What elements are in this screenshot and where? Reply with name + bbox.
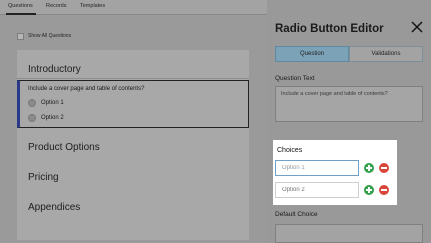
section-introductory[interactable]: Introductory bbox=[28, 64, 81, 75]
active-tab-indicator bbox=[6, 13, 36, 15]
default-choice-select[interactable] bbox=[275, 224, 423, 243]
sections-card: Introductory Include a cover page and ta… bbox=[17, 50, 249, 240]
tab-validations[interactable]: Validations bbox=[349, 46, 423, 62]
radio-label: Option 2 bbox=[41, 115, 64, 121]
show-all-label: Show All Questions bbox=[28, 33, 72, 39]
radio-option[interactable]: Option 2 bbox=[28, 114, 64, 122]
radio-option[interactable]: Option 1 bbox=[28, 99, 64, 107]
question-text-field[interactable]: Include a cover page and table of conten… bbox=[275, 86, 423, 122]
divider bbox=[17, 78, 249, 79]
radio-label: Option 1 bbox=[41, 100, 64, 106]
tab-records[interactable]: Records bbox=[46, 3, 66, 9]
show-all-toggle[interactable]: Show All Questions bbox=[17, 32, 71, 40]
choice-2-input[interactable] bbox=[275, 182, 359, 198]
section-product-options[interactable]: Product Options bbox=[28, 142, 100, 153]
editor-panel: Radio Button Editor Question Validations… bbox=[267, 0, 431, 243]
tab-bar: Questions Records Templates bbox=[0, 0, 267, 15]
tab-templates[interactable]: Templates bbox=[80, 3, 105, 9]
default-choice-label: Default Choice bbox=[275, 211, 318, 218]
editor-title: Radio Button Editor bbox=[275, 23, 384, 35]
choice-1-input[interactable] bbox=[275, 160, 359, 176]
remove-choice-icon[interactable] bbox=[379, 163, 389, 173]
section-pricing[interactable]: Pricing bbox=[28, 172, 59, 183]
add-choice-icon[interactable] bbox=[364, 185, 374, 195]
choices-section: Choices bbox=[273, 140, 397, 205]
tab-questions[interactable]: Questions bbox=[8, 3, 33, 9]
tab-question[interactable]: Question bbox=[275, 46, 349, 62]
radio-circle-icon[interactable] bbox=[28, 114, 36, 122]
selected-question[interactable]: Include a cover page and table of conten… bbox=[17, 80, 249, 128]
builder-area: Questions Records Templates Show All Que… bbox=[0, 0, 267, 243]
question-text-label: Question Text bbox=[275, 75, 315, 82]
editor-segmented-control: Question Validations bbox=[275, 46, 423, 62]
remove-choice-icon[interactable] bbox=[379, 185, 389, 195]
close-icon[interactable] bbox=[411, 21, 423, 33]
choices-label: Choices bbox=[277, 147, 303, 154]
section-appendices[interactable]: Appendices bbox=[28, 202, 80, 213]
radio-circle-icon[interactable] bbox=[28, 99, 36, 107]
question-text: Include a cover page and table of conten… bbox=[28, 86, 145, 92]
show-all-checkbox[interactable] bbox=[17, 32, 24, 40]
add-choice-icon[interactable] bbox=[364, 163, 374, 173]
